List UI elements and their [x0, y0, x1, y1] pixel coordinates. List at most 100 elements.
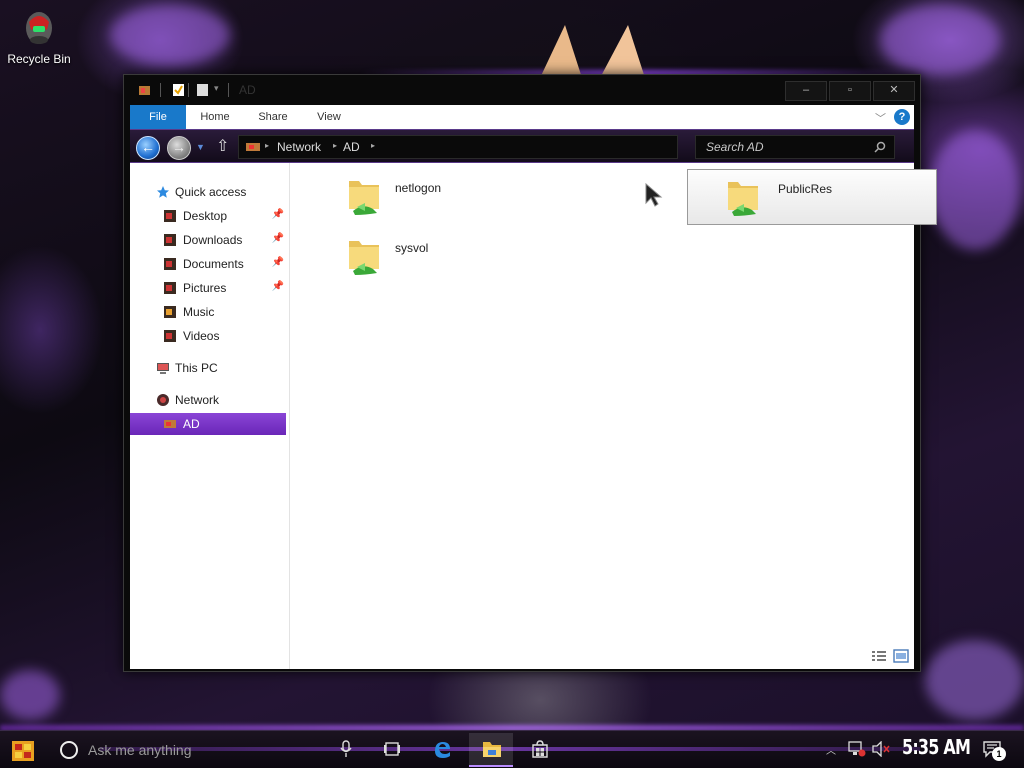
details-view-icon[interactable]	[871, 649, 887, 663]
nav-label: Network	[175, 393, 220, 407]
nav-item-music[interactable]: Music	[130, 301, 286, 323]
folder-item-sysvol[interactable]: sysvol	[331, 229, 581, 285]
microphone-icon[interactable]	[340, 740, 352, 758]
nav-label: Music	[183, 305, 215, 319]
search-box[interactable]	[695, 135, 895, 159]
this-pc-icon	[157, 363, 169, 374]
network-status-icon[interactable]	[848, 741, 866, 757]
folder-app-icon	[139, 86, 150, 95]
volume-muted-icon[interactable]	[872, 741, 890, 757]
file-explorer-button[interactable]	[469, 733, 513, 767]
cortana-icon	[60, 741, 78, 759]
content-area: Quick access Desktop 📌 Downloads 📌 Docum…	[130, 163, 937, 669]
nav-item-ad[interactable]: AD	[130, 413, 286, 435]
close-button[interactable]: ✕	[873, 81, 915, 101]
tab-home[interactable]: Home	[192, 105, 238, 129]
divider	[188, 83, 189, 97]
search-icon[interactable]	[874, 141, 886, 153]
nav-label: Downloads	[183, 233, 243, 247]
show-hidden-icons-icon[interactable]: ︿	[826, 742, 836, 757]
qat-dropdown-icon[interactable]: ▾	[214, 83, 219, 94]
navigation-pane: Quick access Desktop 📌 Downloads 📌 Docum…	[130, 163, 290, 669]
recent-locations-icon[interactable]: ▼	[196, 142, 205, 152]
recycle-bin-icon	[23, 8, 55, 48]
pin-icon[interactable]: 📌	[272, 257, 284, 268]
forward-button[interactable]: →	[167, 136, 191, 160]
system-tray: ︿ 5:35 AM 1	[822, 731, 1024, 768]
folder-item-publicres[interactable]: PublicRes	[687, 169, 937, 225]
recycle-bin-shortcut[interactable]: Recycle Bin	[4, 8, 74, 66]
nav-item-pictures[interactable]: Pictures 📌	[130, 277, 286, 299]
edge-button[interactable]	[420, 733, 464, 767]
pin-icon[interactable]: 📌	[272, 233, 284, 244]
help-button[interactable]: ?	[894, 109, 910, 125]
window-title: AD	[239, 83, 256, 97]
nav-item-network[interactable]: Network	[130, 389, 286, 411]
title-bar[interactable]: ▾ AD ‒ ▫ ✕	[124, 75, 920, 105]
star-icon	[157, 186, 169, 198]
nav-label: This PC	[175, 361, 218, 375]
mouse-cursor-icon	[645, 183, 663, 207]
recycle-bin-label: Recycle Bin	[7, 52, 71, 66]
maximize-button[interactable]: ▫	[829, 81, 871, 101]
search-input[interactable]	[696, 136, 866, 158]
expand-ribbon-icon[interactable]: ﹀	[875, 110, 886, 126]
wallpaper-shape	[0, 670, 60, 720]
wallpaper-shape	[930, 130, 1020, 250]
nav-label: AD	[183, 417, 200, 431]
taskbar: ︿ 5:35 AM 1	[0, 730, 1024, 768]
videos-icon	[164, 330, 176, 342]
file-name: PublicRes	[778, 182, 833, 196]
divider	[160, 83, 161, 97]
downloads-icon	[164, 234, 176, 246]
nav-label: Pictures	[183, 281, 227, 295]
breadcrumb-ad[interactable]: AD	[343, 140, 360, 154]
chevron-right-icon[interactable]: ▸	[265, 141, 269, 150]
nav-item-documents[interactable]: Documents 📌	[130, 253, 286, 275]
store-button[interactable]	[518, 733, 562, 767]
nav-item-desktop[interactable]: Desktop 📌	[130, 205, 286, 227]
file-name: sysvol	[395, 241, 429, 255]
address-bar[interactable]: ▸ Network ▸ AD ▸	[238, 135, 678, 159]
server-icon	[164, 420, 176, 428]
chevron-right-icon[interactable]: ▸	[333, 141, 337, 150]
start-button[interactable]	[8, 735, 38, 765]
cortana-search-input[interactable]	[88, 739, 328, 761]
large-icons-view-icon[interactable]	[893, 649, 909, 663]
nav-label: Quick access	[175, 185, 247, 199]
navigation-bar: ← → ▼ ⇧ ▸ Network ▸ AD ▸	[130, 129, 914, 163]
notification-count-badge: 1	[992, 747, 1006, 761]
nav-item-videos[interactable]: Videos	[130, 325, 286, 347]
tab-file[interactable]: File	[130, 105, 186, 129]
nav-item-downloads[interactable]: Downloads 📌	[130, 229, 286, 251]
new-folder-icon[interactable]	[196, 83, 209, 97]
tab-share[interactable]: Share	[250, 105, 296, 129]
minimize-button[interactable]: ‒	[785, 81, 827, 101]
wallpaper-character	[540, 25, 645, 78]
pin-icon[interactable]: 📌	[272, 209, 284, 220]
folder-item-netlogon[interactable]: netlogon	[331, 169, 581, 225]
clock[interactable]: 5:35 AM	[902, 735, 971, 759]
documents-icon	[164, 258, 176, 270]
nav-item-quick-access[interactable]: Quick access	[130, 181, 286, 203]
chevron-right-icon[interactable]: ▸	[371, 141, 375, 150]
ribbon: File Home Share View ﹀ ?	[130, 105, 914, 129]
wallpaper-shape	[880, 5, 1000, 75]
breadcrumb-network[interactable]: Network	[277, 140, 321, 154]
desktop-icon	[164, 210, 176, 222]
file-list: netlogon PublicRes sysvol	[291, 163, 937, 669]
up-button[interactable]: ⇧	[216, 139, 229, 155]
task-view-button[interactable]	[370, 733, 414, 767]
nav-item-this-pc[interactable]: This PC	[130, 357, 286, 379]
server-icon	[246, 143, 260, 151]
wallpaper-shape	[925, 640, 1024, 720]
wallpaper-shape	[110, 5, 230, 65]
back-button[interactable]: ←	[136, 136, 160, 160]
properties-icon[interactable]	[172, 83, 185, 97]
pin-icon[interactable]: 📌	[272, 281, 284, 292]
pictures-icon	[164, 282, 176, 294]
tab-view[interactable]: View	[306, 105, 352, 129]
music-icon	[164, 306, 176, 318]
cortana-search-box[interactable]	[50, 734, 370, 766]
store-icon	[532, 740, 548, 758]
